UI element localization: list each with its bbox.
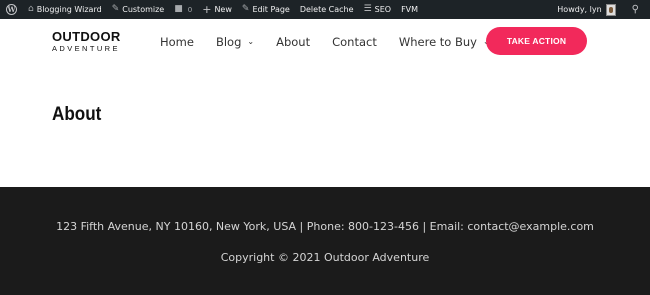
nav-item-label: About (276, 34, 311, 49)
nav-item-label: Blog (215, 34, 242, 49)
wordpress-icon: W (6, 4, 17, 15)
nav-item-about[interactable]: About (276, 35, 310, 49)
main-nav: Home Blog ⌄ About Contact Where to Buy ⌄ (160, 19, 512, 64)
howdy-label: Howdy, lyn (557, 5, 602, 14)
chevron-down-icon: ⌄ (247, 37, 255, 46)
home-icon: ⌂ (28, 4, 34, 14)
admin-bar: W ⌂ Blogging Wizard ✎ Customize ■ 0 + Ne… (0, 0, 650, 19)
nav-item-where-to-buy[interactable]: Where to Buy ⌄ (399, 35, 490, 49)
edit-page-link[interactable]: ✎ Edit Page (237, 0, 295, 19)
admin-bar-right: Howdy, lyn ⚲ (552, 0, 650, 19)
edit-page-label: Edit Page (252, 5, 290, 14)
brush-icon: ✎ (111, 4, 120, 14)
admin-search[interactable]: ⚲ (627, 0, 644, 19)
site-name-link[interactable]: ⌂ Blogging Wizard (23, 0, 107, 19)
nav-item-contact[interactable]: Contact (332, 35, 377, 49)
comments-link[interactable]: ■ 0 (169, 0, 197, 19)
plus-icon: + (202, 3, 212, 16)
logo-bottom-text: ADVENTURE (52, 44, 120, 53)
footer-copyright: Copyright © 2021 Outdoor Adventure (220, 251, 430, 264)
pencil-icon: ✎ (241, 4, 250, 14)
fvm-label: FVM (401, 5, 419, 14)
account-menu[interactable]: Howdy, lyn (552, 0, 620, 19)
delete-cache-link[interactable]: Delete Cache (295, 0, 359, 19)
new-label: New (214, 5, 232, 14)
site-header: OUTDOOR ADVENTURE Home Blog ⌄ About Cont… (0, 19, 650, 64)
new-content-link[interactable]: + New (197, 0, 237, 19)
site-footer: 123 Fifth Avenue, NY 10160, New York, US… (0, 187, 650, 295)
nav-item-label: Home (160, 34, 194, 49)
seo-label: SEO (374, 5, 392, 14)
nav-item-label: Where to Buy (398, 34, 477, 49)
customize-label: Customize (122, 5, 165, 14)
customize-link[interactable]: ✎ Customize (107, 0, 170, 19)
seo-link[interactable]: ☰ SEO (359, 0, 397, 19)
delete-cache-label: Delete Cache (299, 5, 354, 14)
nav-item-home[interactable]: Home (160, 35, 194, 49)
logo-top-text: OUTDOOR (52, 29, 121, 44)
comment-icon: ■ (174, 4, 183, 14)
seo-icon: ☰ (363, 4, 372, 14)
wordpress-menu[interactable]: W (0, 0, 23, 19)
page-title: About (52, 104, 102, 125)
site-logo[interactable]: OUTDOOR ADVENTURE (52, 30, 121, 53)
search-icon: ⚲ (631, 3, 639, 15)
nav-item-blog[interactable]: Blog ⌄ (216, 35, 254, 49)
avatar (605, 3, 616, 16)
nav-item-label: Contact (332, 34, 377, 49)
take-action-button[interactable]: TAKE ACTION (486, 27, 587, 55)
site-name-label: Blogging Wizard (36, 5, 102, 14)
fvm-link[interactable]: FVM (396, 0, 423, 19)
footer-contact-info: 123 Fifth Avenue, NY 10160, New York, US… (56, 220, 594, 233)
comments-count: 0 (187, 5, 193, 14)
